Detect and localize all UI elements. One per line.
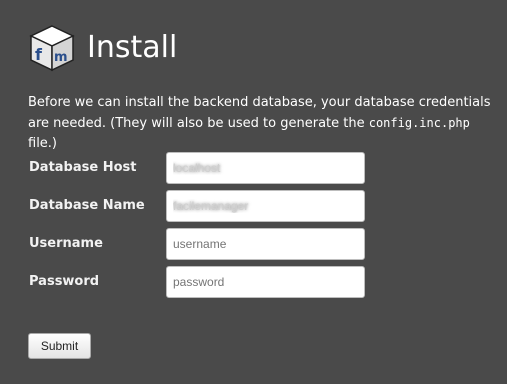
database-name-row: Database Name <box>28 190 368 222</box>
config-filename: config.inc.php <box>368 116 470 130</box>
password-input[interactable] <box>166 266 365 298</box>
username-row: Username <box>28 228 368 260</box>
page-title: Install <box>87 30 178 65</box>
intro-text: Before we can install the backend databa… <box>28 93 498 154</box>
fm-cube-logo-icon: f m <box>29 25 75 72</box>
username-label: Username <box>29 236 103 251</box>
install-page: f m Install Before we can install the ba… <box>0 0 507 384</box>
svg-text:m: m <box>54 50 68 65</box>
intro-text-after: file.) <box>28 136 58 151</box>
database-host-row: Database Host <box>28 152 368 184</box>
svg-text:f: f <box>35 45 43 64</box>
database-name-input[interactable] <box>166 190 365 222</box>
username-input[interactable] <box>166 228 365 260</box>
submit-button[interactable]: Submit <box>28 333 91 359</box>
password-label: Password <box>29 274 100 289</box>
password-row: Password <box>28 266 368 298</box>
database-host-label: Database Host <box>29 160 137 175</box>
database-name-label: Database Name <box>29 198 145 213</box>
database-host-input[interactable] <box>166 152 365 184</box>
